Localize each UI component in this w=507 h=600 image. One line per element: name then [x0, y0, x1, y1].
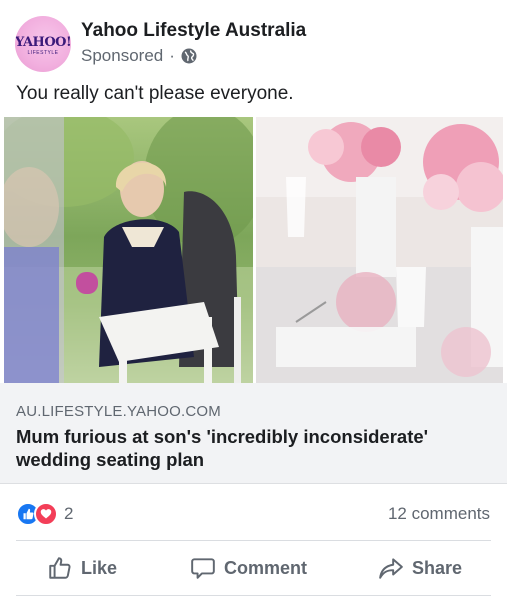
link-preview[interactable]: AU.LIFESTYLE.YAHOO.COM Mum furious at so… — [0, 383, 507, 484]
action-bar: Like Comment Share — [0, 541, 507, 595]
like-label: Like — [81, 557, 118, 578]
link-domain: AU.LIFESTYLE.YAHOO.COM — [16, 403, 221, 420]
link-headline[interactable]: Mum furious at son's 'incredibly inconsi… — [16, 425, 486, 471]
post-meta: Sponsored · — [81, 46, 197, 66]
post-header: YAHOO! LIFESTYLE Yahoo Lifestyle Austral… — [15, 16, 495, 72]
share-arrow-icon — [379, 558, 403, 579]
table-setting-photo — [256, 117, 503, 383]
meta-separator: · — [169, 46, 175, 65]
like-button[interactable]: Like — [47, 541, 117, 595]
reactions-summary[interactable]: 2 — [16, 501, 73, 527]
divider — [16, 595, 491, 596]
avatar-logo-text: YAHOO! — [15, 35, 71, 50]
globe-icon — [181, 48, 197, 64]
comment-bubble-icon — [191, 558, 215, 579]
love-reaction-icon — [34, 502, 58, 526]
page-avatar[interactable]: YAHOO! LIFESTYLE — [15, 16, 71, 72]
link-image[interactable] — [4, 117, 503, 383]
comment-button[interactable]: Comment — [190, 541, 307, 595]
wedding-guest-photo — [4, 117, 253, 383]
reaction-count: 2 — [64, 504, 74, 523]
share-button[interactable]: Share — [378, 541, 462, 595]
avatar-logo-sub: LIFESTYLE — [27, 50, 59, 56]
sponsored-label[interactable]: Sponsored — [81, 46, 163, 66]
comments-count[interactable]: 12 comments — [388, 504, 490, 524]
post-caption: You really can't please everyone. — [16, 83, 294, 104]
page-name[interactable]: Yahoo Lifestyle Australia — [81, 20, 306, 42]
thumbs-up-icon — [49, 557, 71, 579]
share-label: Share — [412, 557, 463, 578]
comment-label: Comment — [224, 557, 308, 578]
